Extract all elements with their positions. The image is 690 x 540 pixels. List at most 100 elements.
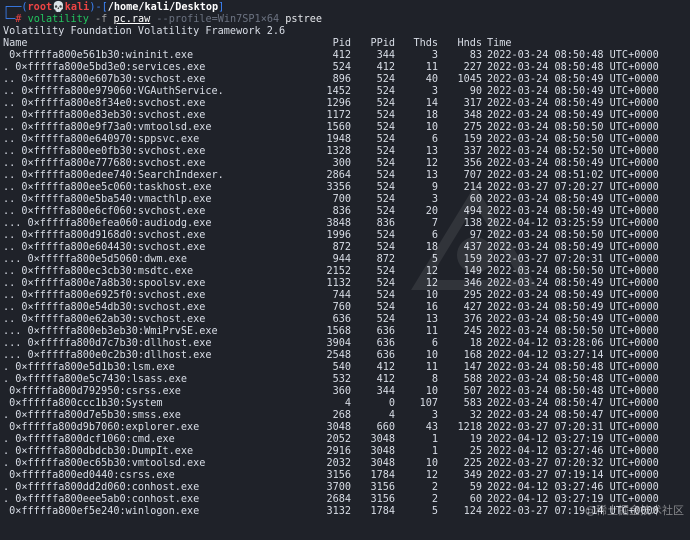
process-pid: 836 — [332, 206, 351, 217]
process-ppid: 524 — [376, 206, 395, 217]
process-time: 2022-03-24 08:50:47 UTC+0000 — [487, 410, 659, 421]
table-row[interactable]: .. 0×fffffa800e5ba540:vmacthlp.exe 700 524… — [3, 194, 687, 206]
process-time: 2022-03-27 07:20:31 UTC+0000 — [487, 422, 659, 433]
table-row[interactable]: .. 0×fffffa800e83eb30:svchost.exe 1172 524… — [3, 110, 687, 122]
process-name: . 0×fffffa800e5d1b30:lsm.exe — [3, 362, 175, 373]
table-row[interactable]: .. 0×fffffa800e7a8b30:spoolsv.exe 1132 524… — [3, 278, 687, 290]
process-threads: 11 — [425, 62, 438, 73]
process-handles: 507 — [463, 386, 482, 397]
process-pid: 636 — [332, 314, 351, 325]
process-name: . 0×fffffa800ec65b30:vmtoolsd.exe — [3, 458, 206, 469]
table-row[interactable]: ... 0×fffffa800eb3eb30:WmiPrvSE.exe 1568 6… — [3, 326, 687, 338]
table-row[interactable]: 0×fffffa800d9b7060:explorer.exe 3048 660 43… — [3, 422, 687, 434]
process-name: 0×fffffa800d792950:csrss.exe — [3, 386, 181, 397]
process-name: ... 0×fffffa800e5d5060:dwm.exe — [3, 254, 188, 265]
table-row[interactable]: ... 0×fffffa800d7c7b30:dllhost.exe 3904 63… — [3, 338, 687, 350]
table-row[interactable]: 0×fffffa800ed0440:csrss.exe 3156 1784 12 349… — [3, 470, 687, 482]
process-ppid: 836 — [376, 218, 395, 229]
watermark-text: @稀土掘金技术社区 — [585, 504, 684, 517]
process-threads: 6 — [431, 134, 438, 145]
table-row[interactable]: . 0×fffffa800dd2d060:conhost.exe 3700 3156… — [3, 482, 687, 494]
column-hnds-header: Hnds — [457, 38, 482, 49]
process-name: .. 0×fffffa800e54db30:svchost.exe — [3, 302, 206, 313]
process-ppid: 872 — [376, 254, 395, 265]
table-row[interactable]: .. 0×fffffa800d9168d0:svchost.exe 1996 524… — [3, 230, 687, 242]
table-row[interactable]: . 0×fffffa800d7e5b30:smss.exe 268 4 3 32 2022… — [3, 410, 687, 422]
process-time: 2022-03-24 08:50:48 UTC+0000 — [487, 374, 659, 385]
table-row[interactable]: ... 0×fffffa800e0c2b30:dllhost.exe 2548 63… — [3, 350, 687, 362]
process-threads: 12 — [425, 158, 438, 169]
table-row[interactable]: .. 0×fffffa800e6925f0:svchost.exe 744 524 1… — [3, 290, 687, 302]
process-threads: 10 — [425, 350, 438, 361]
process-name: 0×fffffa800ed0440:csrss.exe — [3, 470, 175, 481]
table-row[interactable]: .. 0×fffffa800edee740:SearchIndexer. 2864… — [3, 170, 687, 182]
process-ppid: 412 — [376, 62, 395, 73]
process-handles: 159 — [463, 134, 482, 145]
table-row[interactable]: .. 0×fffffa800e6cf060:svchost.exe 836 524 2… — [3, 206, 687, 218]
process-name: . 0×fffffa800d7e5b30:smss.exe — [3, 410, 181, 421]
process-pid: 896 — [332, 74, 351, 85]
process-ppid: 524 — [376, 302, 395, 313]
command-profile: --profile=Win7SP1×64 — [156, 14, 280, 25]
table-row[interactable]: .. 0×fffffa800e777680:svchost.exe 300 524 1… — [3, 158, 687, 170]
process-pid: 1996 — [326, 230, 351, 241]
process-time: 2022-03-24 08:50:48 UTC+0000 — [487, 362, 659, 373]
table-row[interactable]: .. 0×fffffa800e607b30:svchost.exe 896 524 4… — [3, 74, 687, 86]
column-pid-header: Pid — [332, 38, 351, 49]
process-threads: 13 — [425, 314, 438, 325]
table-row[interactable]: 0×fffffa800ccc1b30:System 4 0 107 583 2022-03… — [3, 398, 687, 410]
process-pid: 2152 — [326, 266, 351, 277]
process-ppid: 524 — [376, 242, 395, 253]
table-row[interactable]: .. 0×fffffa800e9f73a0:vmtoolsd.exe 1560 52… — [3, 122, 687, 134]
process-pid: 3048 — [326, 422, 351, 433]
terminal-window[interactable]: ┌──(root💀kali)-[/home/kali/Desktop] └─# … — [0, 0, 690, 540]
process-name: . 0×fffffa800e5bd3e0:services.exe — [3, 62, 206, 73]
process-pid: 700 — [332, 194, 351, 205]
table-row[interactable]: 0×fffffa800e561b30:wininit.exe 412 344 3 83 2… — [3, 50, 687, 62]
table-row[interactable]: . 0×fffffa800e5bd3e0:services.exe 524 412 1… — [3, 62, 687, 74]
table-row[interactable]: . 0×fffffa800e5c7430:lsass.exe 532 412 8 588… — [3, 374, 687, 386]
process-pid: 1328 — [326, 146, 351, 157]
table-row[interactable]: .. 0×fffffa800e979060:VGAuthService. 1452… — [3, 86, 687, 98]
table-row[interactable]: .. 0×fffffa800e8f34e0:svchost.exe 1296 524… — [3, 98, 687, 110]
table-row[interactable]: .. 0×fffffa800e640970:sppsvc.exe 1948 524 6… — [3, 134, 687, 146]
table-row[interactable]: . 0×fffffa800dcf1060:cmd.exe 2052 3048 1 19 2… — [3, 434, 687, 446]
table-row[interactable]: .. 0×fffffa800e604430:svchost.exe 872 524 1… — [3, 242, 687, 254]
table-row[interactable]: .. 0×fffffa800ee0fb30:svchost.exe 1328 524… — [3, 146, 687, 158]
table-row[interactable]: . 0×fffffa800ec65b30:vmtoolsd.exe 2032 304… — [3, 458, 687, 470]
process-ppid: 3156 — [370, 482, 395, 493]
table-row[interactable]: ... 0×fffffa800e5d5060:dwm.exe9448725159… — [3, 254, 687, 266]
process-ppid: 636 — [376, 350, 395, 361]
table-row[interactable]: . 0×fffffa800dbdcb30:DumpIt.exe 2916 3048 1… — [3, 446, 687, 458]
process-name: 0×fffffa800ef5e240:winlogon.exe — [3, 506, 200, 517]
table-row[interactable]: 0×fffffa800d792950:csrss.exe 360 344 10 507 2… — [3, 386, 687, 398]
table-row[interactable]: .. 0×fffffa800e62ab30:svchost.exe 636 524 1… — [3, 314, 687, 326]
process-time: 2022-04-12 03:27:14 UTC+0000 — [487, 350, 659, 361]
column-thds-header: Thds — [413, 38, 438, 49]
process-ppid: 524 — [376, 146, 395, 157]
process-pid: 3904 — [326, 338, 351, 349]
table-row[interactable]: .. 0×fffffa800e54db30:svchost.exe 760 524 1… — [3, 302, 687, 314]
process-ppid: 1784 — [370, 506, 395, 517]
process-threads: 107 — [419, 398, 438, 409]
command-option-f: -f — [95, 14, 108, 25]
process-handles: 1218 — [457, 422, 482, 433]
watermark-logo-icon — [411, 185, 539, 290]
process-name: ... 0×fffffa800eb3eb30:WmiPrvSE.exe — [3, 326, 218, 337]
process-pid: 1172 — [326, 110, 351, 121]
table-row[interactable]: .. 0×fffffa800ee5c060:taskhost.exe 3356 52… — [3, 182, 687, 194]
process-handles: 245 — [463, 326, 482, 337]
process-threads: 40 — [425, 74, 438, 85]
process-ppid: 524 — [376, 122, 395, 133]
process-handles: 583 — [463, 398, 482, 409]
table-row[interactable]: ... 0×fffffa800efea060:audiodg.exe 3848 83… — [3, 218, 687, 230]
table-row[interactable]: .. 0×fffffa800ec3cb30:msdtc.exe 2152 524 12… — [3, 266, 687, 278]
process-pid: 744 — [332, 290, 351, 301]
prompt-header: ┌──(root💀kali)-[/home/kali/Desktop] — [3, 2, 224, 14]
process-ppid: 0 — [388, 398, 395, 409]
command-file[interactable]: pc.raw — [113, 14, 150, 25]
process-handles: 356 — [463, 158, 482, 169]
table-row[interactable]: . 0×fffffa800e5d1b30:lsm.exe 540 412 11 147 2… — [3, 362, 687, 374]
process-time: 2022-03-24 08:50:49 UTC+0000 — [487, 98, 659, 109]
command-line[interactable]: └─# volatility -f pc.raw --profile=Win7S… — [3, 14, 322, 26]
